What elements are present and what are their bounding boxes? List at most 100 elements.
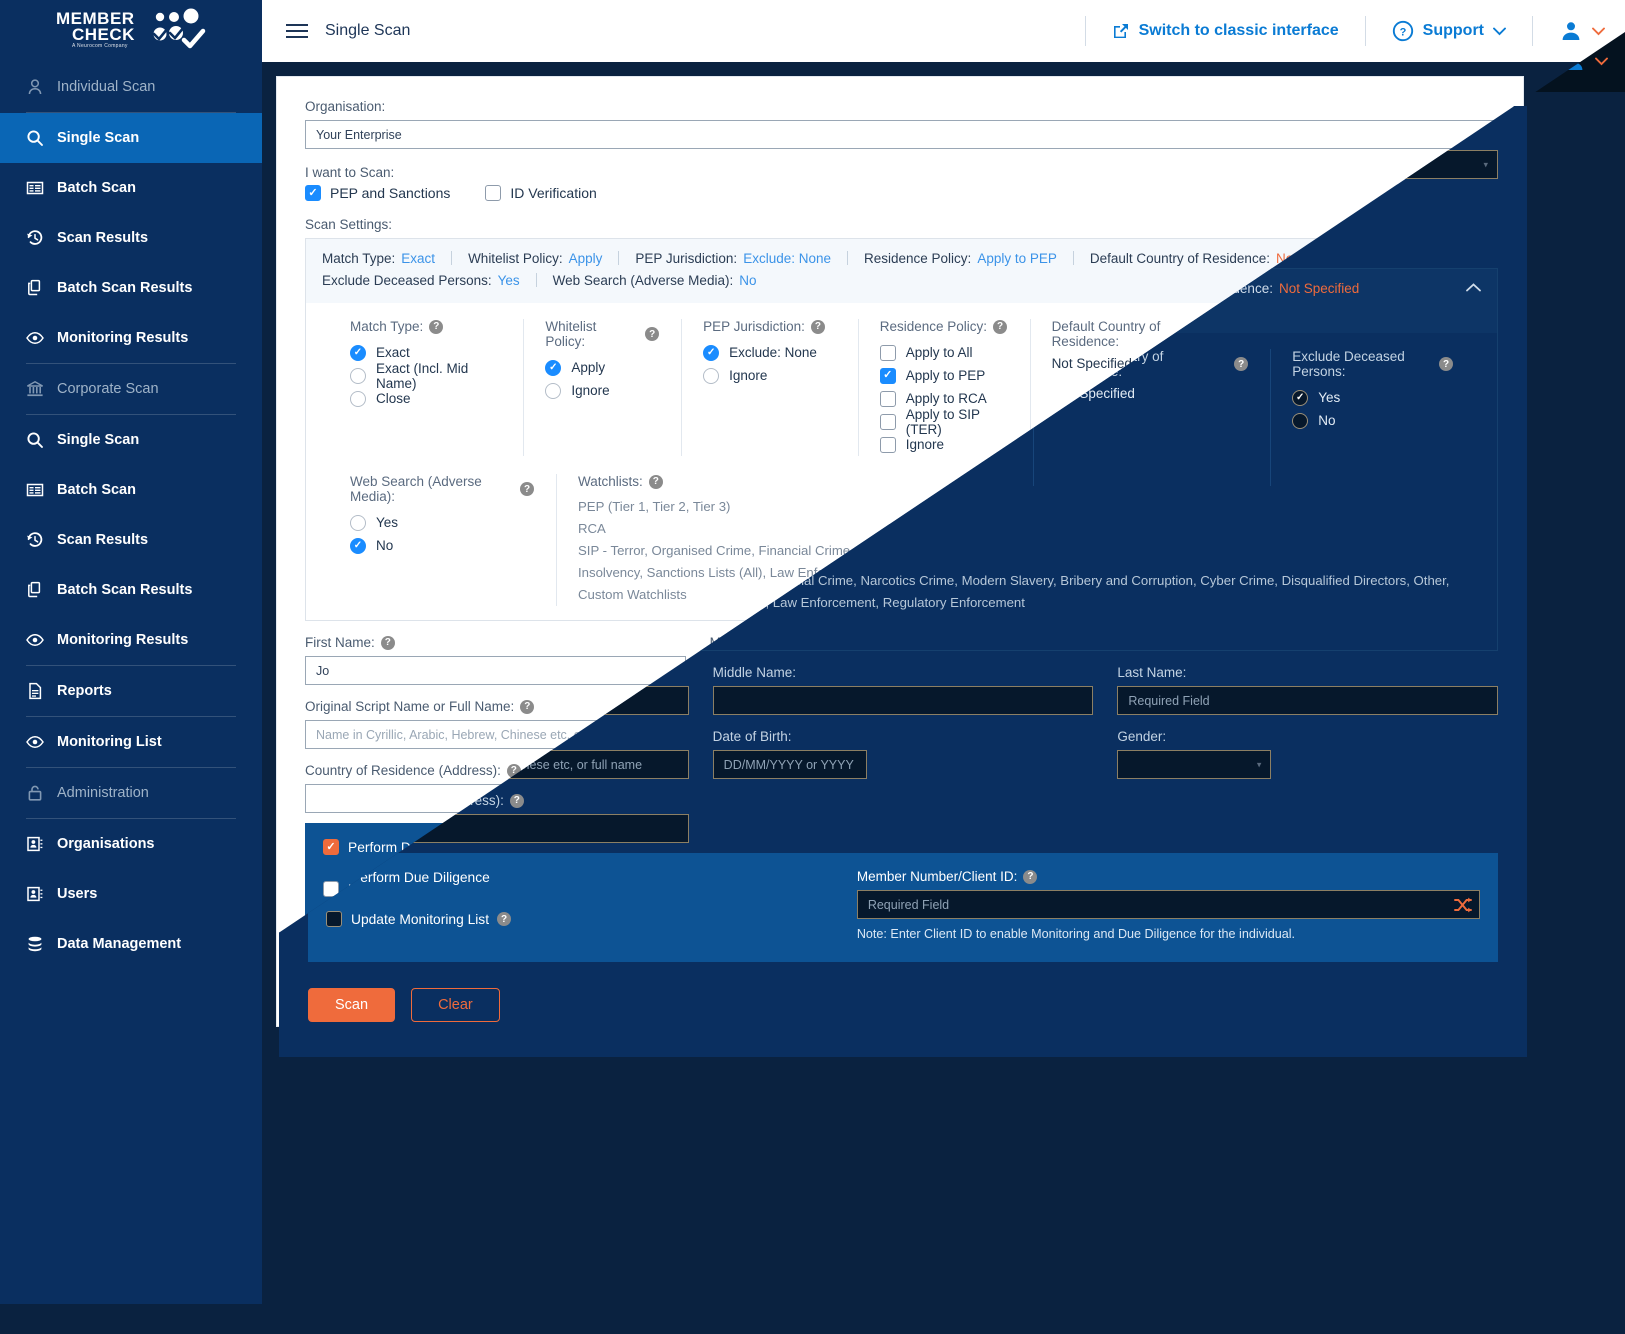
exclude-deceased-options: ✓ Yes No (1292, 386, 1453, 432)
help-icon[interactable]: ? (1439, 357, 1453, 371)
option-label: Apply to PEP (905, 368, 986, 383)
option-label: Exact (376, 345, 410, 360)
checkbox[interactable] (879, 344, 896, 361)
sidebar-item-scan-results[interactable]: Scan Results (0, 213, 262, 263)
sidebar-item-monitoring-results[interactable]: Monitoring Results (0, 313, 262, 363)
option-apply-to-sip-ter-[interactable]: Apply to SIP (TER) (879, 407, 1008, 437)
option-label: Apply to RCA (905, 391, 987, 406)
help-icon[interactable]: ? (645, 327, 660, 341)
option-exact-incl-mid-name-[interactable]: Exact (Incl. Mid Name) (350, 361, 501, 391)
contact-card-icon (26, 835, 44, 853)
first-name-label: First Name: (305, 635, 375, 650)
chevron-down-icon (1493, 27, 1506, 36)
sidebar-item-data-management[interactable]: Data Management (0, 919, 262, 969)
member-number-input[interactable]: Required Field (856, 890, 1480, 919)
radio-button[interactable] (545, 382, 562, 399)
help-icon[interactable]: ? (497, 912, 512, 926)
option-apply[interactable]: ✓ Apply (545, 356, 659, 379)
option-no[interactable]: No (1292, 409, 1453, 432)
organisation-label: Organisation: (305, 99, 386, 114)
sidebar-item-scan-results[interactable]: Scan Results (0, 515, 262, 565)
sidebar-item-single-scan[interactable]: Single Scan (0, 415, 262, 465)
sidebar-item-single-scan[interactable]: Single Scan (0, 113, 262, 163)
option-yes[interactable]: ✓ Yes (1292, 386, 1453, 409)
clear-button[interactable]: Clear (411, 988, 500, 1022)
radio-button[interactable]: ✓ (703, 344, 720, 361)
option-yes[interactable]: Yes (350, 511, 534, 534)
option-no[interactable]: ✓ No (350, 534, 534, 557)
checkbox[interactable] (879, 413, 896, 430)
help-icon[interactable]: ? (993, 319, 1008, 334)
radio-button[interactable] (1292, 412, 1309, 429)
dob-input[interactable]: DD/MM/YYYY or YYYY (712, 750, 867, 779)
radio-button[interactable]: ✓ (1292, 389, 1309, 406)
first-name-group: First Name:? Jo (305, 635, 686, 685)
summary-value[interactable]: Not Specified (1279, 281, 1359, 296)
option-apply-to-all[interactable]: Apply to All (879, 341, 1008, 364)
checkbox[interactable] (879, 436, 896, 453)
checkbox[interactable]: ✓ (879, 367, 896, 384)
sidebar-item-batch-scan-results[interactable]: Batch Scan Results (0, 565, 262, 615)
option-ignore[interactable]: Ignore (545, 379, 659, 402)
organisation-select[interactable]: Your Enterprise ▾ (305, 120, 1495, 149)
dob-group: Date of Birth: DD/MM/YYYY or YYYY (712, 729, 1094, 779)
radio-button[interactable]: ✓ (545, 359, 562, 376)
sidebar-item-label: Organisations (57, 836, 155, 852)
checkbox[interactable] (879, 390, 896, 407)
hamburger-icon[interactable] (286, 23, 308, 39)
chevron-up-icon[interactable] (1466, 283, 1481, 292)
sidebar-item-monitoring-results[interactable]: Monitoring Results (0, 615, 262, 665)
radio-button[interactable]: ✓ (350, 344, 366, 361)
help-icon[interactable]: ? (648, 474, 663, 489)
sidebar-item-monitoring-list[interactable]: Monitoring List (0, 717, 262, 767)
first-name-input[interactable]: Jo (305, 656, 686, 685)
summary-value[interactable]: Apply (569, 251, 603, 266)
pep-sanctions-checkbox[interactable]: ✓ (305, 185, 321, 201)
summary-value[interactable]: No (739, 273, 756, 288)
name-fields-row-3: Country of Residence (Address):? (308, 793, 1498, 843)
summary-value[interactable]: Apply to PEP (977, 251, 1057, 266)
radio-button[interactable] (350, 390, 366, 407)
sidebar-item-batch-scan[interactable]: Batch Scan (0, 465, 262, 515)
option-exclude-none[interactable]: ✓ Exclude: None (703, 341, 836, 364)
help-icon[interactable]: ? (520, 699, 535, 714)
summary-value[interactable]: Exclude: None (743, 251, 831, 266)
option-ignore[interactable]: Ignore (703, 364, 836, 387)
scan-button[interactable]: Scan (308, 988, 396, 1022)
help-icon[interactable]: ? (520, 482, 534, 496)
summary-value[interactable]: Exact (401, 251, 435, 266)
sidebar-item-batch-scan[interactable]: Batch Scan (0, 163, 262, 213)
middle-name-label: Middle Name: (712, 665, 796, 680)
help-icon[interactable]: ? (509, 793, 524, 808)
switch-to-classic-button[interactable]: Switch to classic interface (1086, 22, 1365, 40)
id-verification-checkbox[interactable] (485, 185, 502, 201)
summary-value[interactable]: Yes (498, 273, 520, 288)
sidebar-item-reports[interactable]: Reports (0, 666, 262, 716)
last-name-input[interactable]: Required Field (1117, 686, 1499, 715)
radio-button[interactable] (703, 367, 720, 384)
sidebar-group-label: Individual Scan (57, 79, 156, 95)
middle-name-input[interactable] (712, 686, 1094, 715)
switch-to-classic-label: Switch to classic interface (1138, 22, 1339, 39)
document-icon (26, 682, 44, 700)
watchlists-title: Watchlists: (578, 474, 643, 489)
radio-button[interactable] (350, 514, 366, 531)
update-monitoring-list-checkbox[interactable] (326, 911, 342, 927)
option-apply-to-pep[interactable]: ✓ Apply to PEP (879, 364, 1008, 387)
shuffle-icon[interactable] (1454, 897, 1472, 913)
help-icon[interactable]: ? (429, 319, 444, 334)
support-menu[interactable]: ? Support (1366, 20, 1532, 42)
help-icon[interactable]: ? (1234, 357, 1249, 371)
gender-select[interactable]: ▾ (1117, 750, 1272, 779)
list-icon (26, 179, 44, 197)
sidebar-item-batch-scan-results[interactable]: Batch Scan Results (0, 263, 262, 313)
radio-button[interactable] (350, 367, 366, 384)
radio-button[interactable]: ✓ (350, 537, 366, 554)
perform-due-diligence-checkbox[interactable]: ✓ (323, 839, 339, 855)
user-menu[interactable] (1533, 19, 1625, 43)
sidebar-item-users[interactable]: Users (0, 869, 262, 919)
help-icon[interactable]: ? (380, 635, 395, 650)
help-icon[interactable]: ? (810, 319, 825, 334)
help-icon[interactable]: ? (1023, 869, 1038, 884)
sidebar-item-organisations[interactable]: Organisations (0, 819, 262, 869)
